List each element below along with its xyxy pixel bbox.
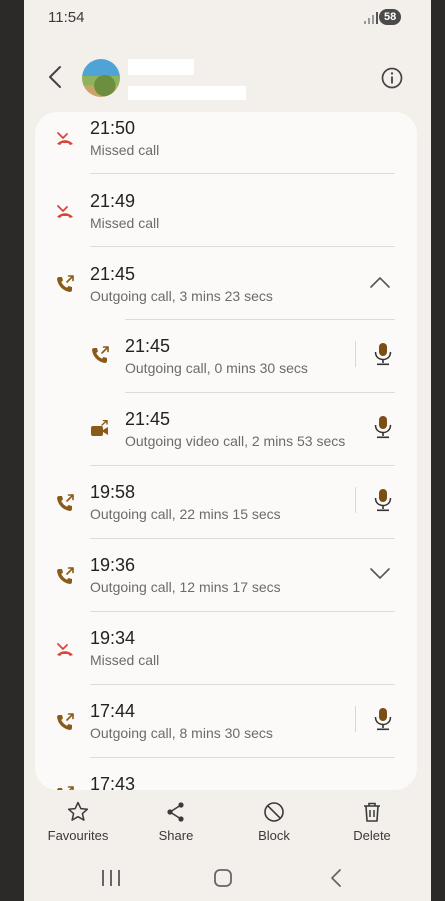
- call-time: 21:50: [90, 118, 136, 138]
- phone-screen: 11:54 58 21:50 Missed call 21:49 Missed …: [24, 0, 431, 901]
- call-description: Missed call: [90, 215, 160, 231]
- divider: [125, 392, 395, 393]
- recording-mic-icon[interactable]: [372, 415, 394, 439]
- call-description: Outgoing call, 0 mins 30 secs: [125, 360, 308, 376]
- vertical-divider: [355, 487, 356, 513]
- call-time: 17:43: [90, 774, 136, 790]
- call-history-list[interactable]: 21:50 Missed call 21:49 Missed call 21:4…: [35, 112, 417, 790]
- star-icon: [67, 801, 89, 821]
- call-row[interactable]: 17:43: [35, 769, 417, 790]
- recording-mic-icon[interactable]: [372, 488, 394, 512]
- back-arrow-icon[interactable]: [44, 64, 70, 90]
- call-row[interactable]: 19:36 Outgoing call, 12 mins 17 secs: [35, 550, 417, 623]
- call-description: Outgoing call, 22 mins 15 secs: [90, 506, 281, 522]
- divider: [90, 611, 395, 612]
- status-time: 11:54: [48, 9, 85, 26]
- divider: [90, 684, 395, 685]
- call-time: 21:45: [125, 336, 171, 356]
- divider: [90, 173, 395, 174]
- call-row[interactable]: 17:44 Outgoing call, 8 mins 30 secs: [35, 696, 417, 769]
- recording-mic-icon[interactable]: [372, 707, 394, 731]
- battery-badge: 58: [379, 9, 402, 25]
- home-icon[interactable]: [214, 869, 232, 887]
- call-description: Outgoing call, 3 mins 23 secs: [90, 288, 273, 304]
- call-description: Outgoing video call, 2 mins 53 secs: [125, 433, 346, 449]
- call-time: 21:45: [90, 264, 136, 284]
- missed-call-icon: [57, 643, 73, 656]
- share-label: Share: [158, 828, 194, 843]
- call-row-sub[interactable]: 21:45 Outgoing video call, 2 mins 53 sec…: [35, 404, 417, 477]
- chevron-up-icon[interactable]: [369, 275, 391, 289]
- call-time: 19:34: [90, 628, 136, 648]
- navigation-bar: [102, 869, 341, 887]
- outgoing-call-icon: [92, 346, 109, 363]
- block-button[interactable]: Block: [234, 800, 314, 843]
- call-row[interactable]: 21:45 Outgoing call, 3 mins 23 secs: [35, 258, 417, 331]
- call-description: Missed call: [90, 142, 160, 158]
- share-button[interactable]: Share: [136, 800, 216, 843]
- vertical-divider: [355, 341, 356, 367]
- contact-avatar[interactable]: [82, 59, 120, 97]
- call-time: 21:49: [90, 191, 136, 211]
- block-label: Block: [258, 828, 290, 843]
- redacted-contact-number: [128, 86, 246, 100]
- delete-button[interactable]: Delete: [332, 800, 412, 843]
- favourites-label: Favourites: [47, 828, 109, 843]
- call-time: 17:44: [90, 701, 136, 721]
- divider: [125, 319, 395, 320]
- call-description: Outgoing call, 12 mins 17 secs: [90, 579, 281, 595]
- call-time: 19:36: [90, 555, 136, 575]
- favourites-button[interactable]: Favourites: [38, 800, 118, 843]
- vertical-divider: [355, 706, 356, 732]
- block-icon: [264, 802, 284, 822]
- outgoing-call-icon: [57, 494, 74, 511]
- bottom-action-bar: Favourites Share Block Delete: [24, 792, 431, 848]
- outgoing-call-icon: [57, 275, 74, 292]
- recent-apps-icon[interactable]: [102, 870, 120, 886]
- call-row[interactable]: 21:50 Missed call: [35, 112, 417, 185]
- redacted-contact-name: [128, 59, 194, 75]
- call-row[interactable]: 19:58 Outgoing call, 22 mins 15 secs: [35, 477, 417, 550]
- outgoing-call-icon: [57, 786, 74, 790]
- call-time: 21:45: [125, 409, 171, 429]
- chevron-down-icon[interactable]: [369, 567, 391, 581]
- divider: [90, 246, 395, 247]
- delete-label: Delete: [353, 828, 391, 843]
- info-icon[interactable]: [381, 67, 403, 89]
- trash-icon: [364, 802, 380, 822]
- signal-icon: [364, 12, 378, 24]
- outgoing-call-icon: [57, 567, 74, 584]
- contact-header: [24, 50, 431, 106]
- call-row-sub[interactable]: 21:45 Outgoing call, 0 mins 30 secs: [35, 331, 417, 404]
- missed-call-icon: [57, 205, 73, 218]
- back-nav-icon[interactable]: [331, 869, 341, 887]
- video-call-icon: [91, 420, 108, 436]
- call-row[interactable]: 19:34 Missed call: [35, 623, 417, 696]
- missed-call-icon: [57, 132, 73, 145]
- status-bar: 11:54 58: [24, 0, 431, 34]
- call-row[interactable]: 21:49 Missed call: [35, 185, 417, 258]
- call-description: Outgoing call, 8 mins 30 secs: [90, 725, 273, 741]
- call-time: 19:58: [90, 482, 136, 502]
- share-icon: [167, 802, 184, 822]
- divider: [90, 465, 395, 466]
- recording-mic-icon[interactable]: [372, 342, 394, 366]
- divider: [90, 757, 395, 758]
- outgoing-call-icon: [57, 713, 74, 730]
- divider: [90, 538, 395, 539]
- call-description: Missed call: [90, 652, 160, 668]
